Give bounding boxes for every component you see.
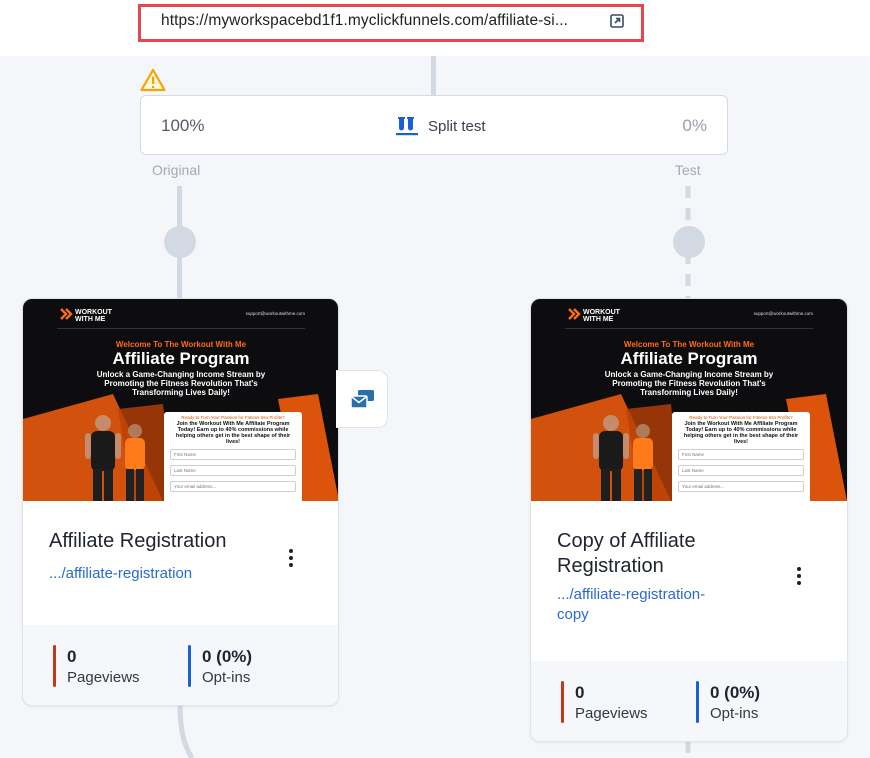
split-test-panel[interactable]: 100% Split test 0%	[140, 95, 728, 155]
page-link-line-1[interactable]: .../affiliate-registration-	[557, 584, 705, 605]
test-percent: 0%	[682, 116, 707, 135]
thumbnail-form: Ready to Turn Your Passion for Fitness I…	[672, 412, 810, 501]
thumbnail-welcome: Welcome To The Workout With Me	[115, 340, 247, 349]
thumbnail-form-question: Ready to Turn Your Passion for Fitness I…	[689, 415, 793, 420]
thumbnail-form: Ready to Turn Your Passion for Fitness I…	[164, 412, 302, 501]
thumbnail-divider	[57, 328, 305, 329]
page-stats: 0 Pageviews 0 (0%) Opt-ins	[531, 661, 847, 741]
page-thumbnail[interactable]: WORKOUT WITH ME support@workoutwithme.co…	[531, 299, 847, 501]
connector-top	[431, 56, 436, 96]
pageviews-indicator	[561, 681, 564, 723]
thumbnail-brand: WORKOUT WITH ME	[583, 309, 620, 323]
page-stats: 0 Pageviews 0 (0%) Opt-ins	[23, 625, 338, 705]
connector-node-original	[164, 226, 196, 258]
optins-label: Opt-ins	[710, 705, 759, 722]
email-step-icon	[350, 390, 374, 409]
funnel-url-text: https://myworkspacebd1f1.myclickfunnels.…	[161, 12, 569, 29]
brand-logo-icon	[60, 308, 73, 320]
thumbnail-form-heading: Join the Workout With Me Affiliate Progr…	[175, 421, 291, 445]
thumbnail-field-first-name: First Name	[678, 449, 804, 460]
optins-indicator	[188, 645, 191, 687]
thumbnail-subheading: Unlock a Game-Changing Income Stream by …	[604, 370, 774, 397]
optins-value: 0 (0%)	[202, 647, 253, 666]
optins-indicator	[696, 681, 699, 723]
page-card-original[interactable]: WORKOUT WITH ME support@workoutwithme.co…	[22, 298, 339, 706]
thumbnail-people-image	[593, 415, 653, 501]
split-test-button[interactable]: Split test	[396, 116, 486, 136]
thumbnail-form-heading: Join the Workout With Me Affiliate Progr…	[683, 421, 799, 445]
thumbnail-field-email: Your email address...	[678, 481, 804, 492]
optins-label: Opt-ins	[202, 669, 251, 686]
test-path-label: Test	[675, 162, 701, 178]
pageviews-value: 0	[575, 683, 585, 702]
optins-value: 0 (0%)	[710, 683, 761, 702]
thumbnail-subheading: Unlock a Game-Changing Income Stream by …	[96, 370, 266, 397]
split-test-icon	[396, 117, 418, 136]
external-link-icon[interactable]	[609, 13, 625, 29]
page-card-test[interactable]: WORKOUT WITH ME support@workoutwithme.co…	[530, 298, 848, 742]
thumbnail-field-last-name: Last Name	[170, 465, 296, 476]
brand-logo-icon	[568, 308, 581, 320]
thumbnail-support-email: support@workoutwithme.com	[753, 311, 813, 316]
original-path-label: Original	[152, 162, 201, 178]
connector-node-test	[673, 226, 705, 258]
kebab-menu-icon[interactable]	[791, 565, 807, 589]
thumbnail-heading: Affiliate Program	[620, 349, 758, 368]
thumbnail-field-first-name: First Name	[170, 449, 296, 460]
kebab-menu-icon[interactable]	[283, 547, 299, 571]
page-title-line-2: Registration	[557, 555, 664, 577]
thumbnail-form-question: Ready to Turn Your Passion for Fitness I…	[181, 415, 285, 420]
thumbnail-support-email: support@workoutwithme.com	[245, 311, 305, 316]
page-link[interactable]: .../affiliate-registration	[49, 563, 192, 584]
connector-bottom-right	[685, 741, 691, 758]
pageviews-label: Pageviews	[67, 669, 140, 686]
pageviews-indicator	[53, 645, 56, 687]
page-link-line-2[interactable]: copy	[557, 604, 589, 625]
email-step-button[interactable]	[336, 370, 388, 428]
connector-bottom-left	[177, 705, 195, 758]
page-title: Affiliate Registration	[49, 530, 227, 552]
pageviews-value: 0	[67, 647, 77, 666]
top-bar: https://myworkspacebd1f1.myclickfunnels.…	[0, 0, 870, 56]
page-thumbnail[interactable]: WORKOUT WITH ME support@workoutwithme.co…	[23, 299, 338, 501]
funnel-url-field[interactable]: https://myworkspacebd1f1.myclickfunnels.…	[138, 4, 644, 42]
thumbnail-field-email: Your email address...	[170, 481, 296, 492]
thumbnail-heading: Affiliate Program	[112, 349, 250, 368]
pageviews-label: Pageviews	[575, 705, 648, 722]
thumbnail-welcome: Welcome To The Workout With Me	[623, 340, 755, 349]
thumbnail-field-last-name: Last Name	[678, 465, 804, 476]
split-test-label: Split test	[428, 117, 486, 135]
thumbnail-divider	[565, 328, 813, 329]
thumbnail-brand: WORKOUT WITH ME	[75, 309, 112, 323]
original-percent: 100%	[161, 116, 205, 135]
warning-icon[interactable]	[140, 68, 166, 92]
page-title-line-1: Copy of Affiliate	[557, 530, 696, 552]
thumbnail-people-image	[85, 415, 145, 501]
